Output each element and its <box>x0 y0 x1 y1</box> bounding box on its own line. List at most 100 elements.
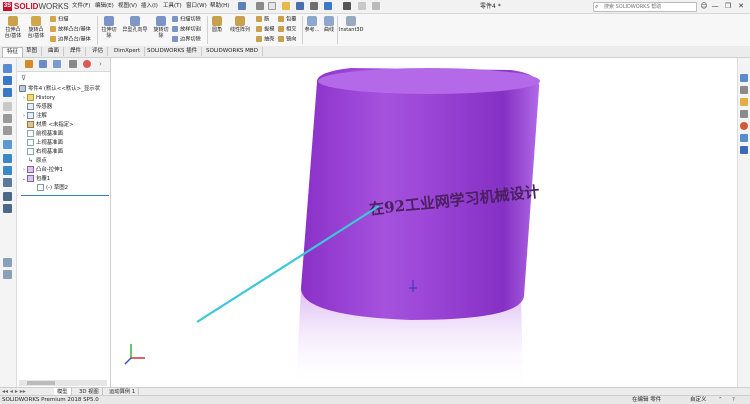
tab-sketch[interactable]: 草图 <box>22 47 43 56</box>
property-manager-tab-icon[interactable] <box>39 60 47 68</box>
rollback-bar[interactable] <box>21 195 109 196</box>
graphics-area[interactable]: 在92工业网学习机械设计 <box>111 58 736 388</box>
mirror-button[interactable]: 镜向 <box>278 36 296 44</box>
extrude-cut-button[interactable]: 拉伸切除 <box>100 16 118 39</box>
wrap-icon <box>278 16 284 22</box>
appearance-icon[interactable] <box>3 192 12 201</box>
restore-icon[interactable]: ❐ <box>722 1 734 11</box>
help-search-input[interactable] <box>594 3 690 11</box>
zoom-icon[interactable] <box>3 64 12 73</box>
display-manager-tab-icon[interactable] <box>83 60 91 68</box>
extrude-boss-button[interactable]: 拉伸凸台/基体 <box>3 16 23 39</box>
tab-evaluate[interactable]: 评估 <box>88 47 109 56</box>
menu-insert[interactable]: 插入(I) <box>141 2 158 11</box>
linear-pattern-button[interactable]: 线性阵列 <box>227 16 253 33</box>
tool-b-icon[interactable] <box>3 270 12 279</box>
open-folder-icon[interactable] <box>282 2 290 10</box>
tree-item-root[interactable]: 零件4 (默认<<默认>_显示状 <box>19 85 100 94</box>
tree-item-sensors[interactable]: 传感器 <box>21 103 52 112</box>
scene-icon[interactable] <box>3 204 12 213</box>
sketch-tool-icon[interactable] <box>3 114 12 123</box>
tree-item-wrap1[interactable]: ⌄ 包覆1 <box>21 175 50 184</box>
hide-show-icon[interactable] <box>3 178 12 187</box>
pin-icon[interactable] <box>238 2 246 10</box>
menu-file[interactable]: 文件(F) <box>72 2 90 11</box>
rotate-icon[interactable] <box>3 76 12 85</box>
menu-help[interactable]: 帮助(H) <box>210 2 229 11</box>
tree-item-extrude1[interactable]: › 凸台-拉伸1 <box>21 166 63 175</box>
feature-manager-tab-icon[interactable] <box>25 60 33 68</box>
custom-properties-icon[interactable] <box>740 134 748 142</box>
tree-item-front-plane[interactable]: 前视基准面 <box>21 130 63 139</box>
menu-window[interactable]: 窗口(W) <box>186 2 207 11</box>
draft-button[interactable]: 拔模 <box>256 26 274 34</box>
options-gear-icon[interactable] <box>372 2 380 10</box>
boundary-boss-button[interactable]: 边界凸台/基体 <box>50 36 91 44</box>
undo-icon[interactable] <box>324 2 332 10</box>
select-arrow-icon[interactable] <box>343 2 351 10</box>
save-icon[interactable] <box>296 2 304 10</box>
shell-button[interactable]: 抽壳 <box>256 36 274 44</box>
solidworks-logo[interactable]: 3S SOLIDWORKS <box>3 1 69 12</box>
tree-horizontal-scrollbar[interactable] <box>19 380 107 386</box>
curves-button[interactable]: 曲线 <box>322 16 336 33</box>
hole-wizard-button[interactable]: 异型孔向导 <box>121 16 149 33</box>
instant3d-button[interactable]: Instant3D <box>339 16 363 33</box>
tab-surfaces[interactable]: 曲面 <box>44 47 65 56</box>
tree-item-material[interactable]: 材质 <未指定> <box>21 121 74 130</box>
tree-item-origin[interactable]: ↳ 原点 <box>21 157 47 166</box>
cylinder-top-face[interactable] <box>318 68 540 94</box>
file-explorer-icon[interactable] <box>740 98 748 106</box>
pan-icon[interactable] <box>3 88 12 97</box>
design-library-icon[interactable] <box>740 86 748 94</box>
tab-addins[interactable]: SOLIDWORKS 插件 <box>143 47 203 56</box>
boundary-cut-button[interactable]: 边界切除 <box>172 36 201 44</box>
forum-icon[interactable] <box>740 146 748 154</box>
fillet-button[interactable]: 圆角 <box>210 16 224 33</box>
tree-item-sketch2[interactable]: (-) 草图2 <box>31 184 68 193</box>
new-document-icon[interactable] <box>268 2 276 10</box>
tree-item-top-plane[interactable]: 上视基准面 <box>21 139 63 148</box>
rebuild-icon[interactable] <box>358 2 366 10</box>
menu-edit[interactable]: 编辑(E) <box>95 2 114 11</box>
home-icon[interactable] <box>256 2 264 10</box>
revolve-boss-button[interactable]: 旋转凸台/基体 <box>26 16 46 39</box>
chevron-right-icon[interactable]: › <box>99 60 107 68</box>
tool-a-icon[interactable] <box>3 258 12 267</box>
display-style-icon[interactable] <box>3 166 12 175</box>
configuration-manager-tab-icon[interactable] <box>53 60 61 68</box>
wrap-button[interactable]: 包覆 <box>278 16 296 24</box>
tree-item-right-plane[interactable]: 右视基准面 <box>21 148 63 157</box>
reference-geometry-button[interactable]: 参考... <box>304 16 320 33</box>
dimxpert-tab-icon[interactable] <box>69 60 77 68</box>
help-search-box[interactable]: ⌕ <box>593 2 697 12</box>
scrollbar-thumb[interactable] <box>27 381 55 385</box>
view-orientation-icon[interactable] <box>3 140 12 149</box>
loft-boss-button[interactable]: 放样凸台/基体 <box>50 26 91 34</box>
measure-icon[interactable] <box>3 102 12 111</box>
appearances-icon[interactable] <box>740 122 748 130</box>
tab-features[interactable]: 特征 <box>2 47 24 57</box>
solidworks-resources-icon[interactable] <box>740 74 748 82</box>
extrude-feature-icon <box>27 166 34 173</box>
sweep-cut-button[interactable]: 扫描切除 <box>172 16 201 24</box>
intersect-button[interactable]: 相交 <box>278 26 296 34</box>
close-icon[interactable]: ✕ <box>735 1 747 11</box>
view-palette-icon[interactable] <box>740 110 748 118</box>
line-tool-icon[interactable] <box>3 126 12 135</box>
revolve-cut-button[interactable]: 旋转切除 <box>152 16 170 39</box>
tab-weldments[interactable]: 焊件 <box>66 47 87 56</box>
tab-dimxpert[interactable]: DimXpert <box>110 47 146 56</box>
menu-view[interactable]: 视图(V) <box>118 2 137 11</box>
print-icon[interactable] <box>310 2 318 10</box>
filter-icon[interactable]: ⊽ <box>21 74 26 82</box>
tree-item-history[interactable]: › History <box>21 94 55 103</box>
tree-item-annotations[interactable]: › 注解 <box>21 112 47 121</box>
tab-mbd[interactable]: SOLIDWORKS MBD <box>202 47 263 56</box>
rib-button[interactable]: 筋 <box>256 16 269 24</box>
sweep-button[interactable]: 扫描 <box>50 16 68 24</box>
menu-tools[interactable]: 工具(T) <box>163 2 182 11</box>
minimize-icon[interactable]: — <box>709 1 721 11</box>
section-view-icon[interactable] <box>3 154 12 163</box>
loft-cut-button[interactable]: 放样切割 <box>172 26 201 34</box>
